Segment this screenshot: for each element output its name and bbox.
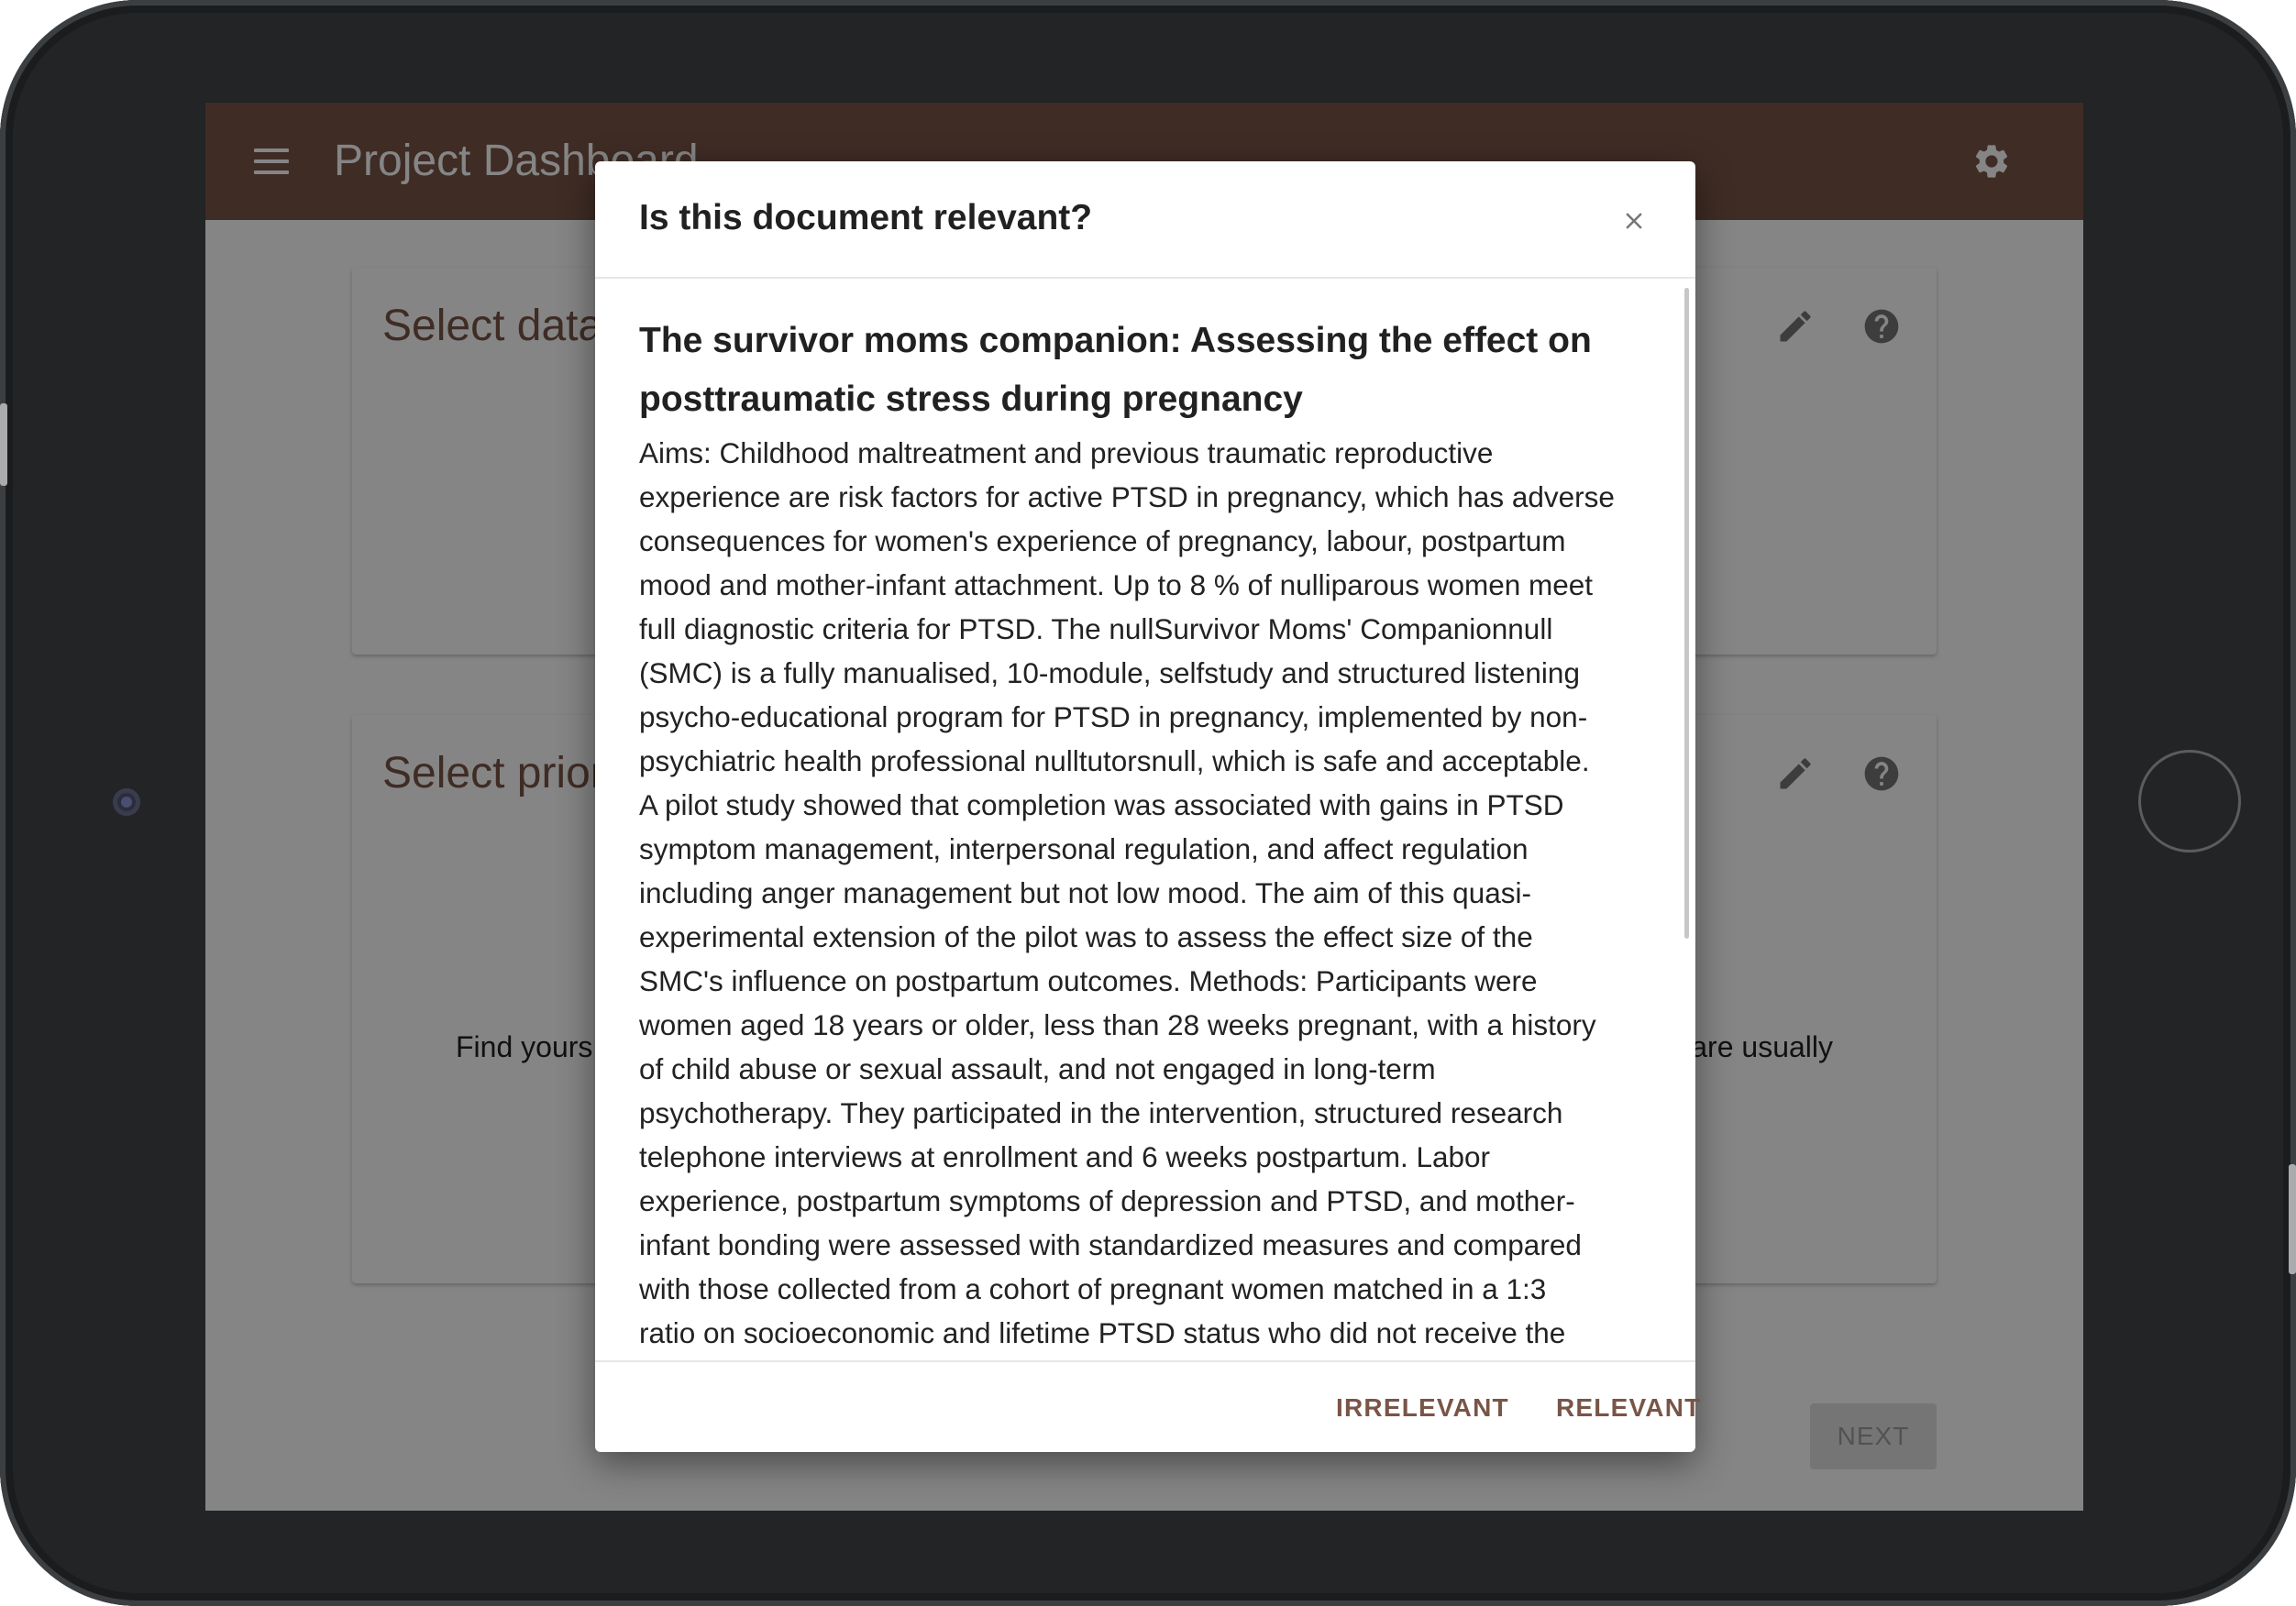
abstract-line: consequences for women's experience of p… [639,524,1566,557]
close-icon[interactable] [1620,207,1648,235]
abstract-line: ratio on socioeconomic and lifetime PTSD… [639,1316,1566,1349]
dialog-body[interactable]: The survivor moms companion: Assessing t… [595,279,1695,1360]
relevant-button[interactable]: RELEVANT [1556,1393,1701,1423]
dialog-header: Is this document relevant? [595,161,1695,279]
abstract-line: telephone interviews at enrollment and 6… [639,1140,1491,1173]
scrollbar[interactable] [1684,288,1689,939]
abstract-line: of child abuse or sexual assault, and no… [639,1052,1436,1085]
abstract-line: psycho-educational program for PTSD in p… [639,700,1588,733]
abstract-line: full diagnostic criteria for PTSD. The n… [639,612,1553,645]
abstract-line: with those collected from a cohort of pr… [639,1272,1547,1305]
abstract-line: SMC's influence on postpartum outcomes. … [639,964,1538,997]
abstract-line: experience, postpartum symptoms of depre… [639,1184,1575,1217]
abstract-line: experience are risk factors for active P… [639,480,1615,513]
abstract-line: symptom management, interpersonal regula… [639,832,1529,865]
abstract-line: psychiatric health professional nulltuto… [639,744,1590,777]
power-button [2289,1164,2296,1274]
abstract-line: Aims: Childhood maltreatment and previou… [639,436,1494,469]
camera [113,788,140,816]
home-button[interactable] [2138,750,2241,852]
abstract-line: (SMC) is a fully manualised, 10-module, … [639,656,1580,689]
abstract-line: A pilot study showed that completion was… [639,788,1564,821]
relevance-dialog: Is this document relevant? The survivor … [595,161,1700,1452]
abstract-line: mood and mother-infant attachment. Up to… [639,568,1594,601]
abstract-line: experimental extension of the pilot was … [639,920,1533,953]
document-abstract: Aims: Childhood maltreatment and previou… [639,431,1639,1355]
volume-button [0,403,7,486]
abstract-line: psychotherapy. They participated in the … [639,1096,1563,1129]
dialog-actions: IRRELEVANT RELEVANT [595,1360,1700,1452]
abstract-line: women aged 18 years or older, less than … [639,1008,1596,1041]
document-title: The survivor moms companion: Assessing t… [639,321,1592,419]
abstract-line: infant bonding were assessed with standa… [639,1228,1582,1261]
dialog-title: Is this document relevant? [639,198,1093,237]
tablet-frame: Project Dashboard Select dataset Select … [0,0,2296,1606]
irrelevant-button[interactable]: IRRELEVANT [1336,1393,1509,1423]
screen: Project Dashboard Select dataset Select … [205,103,2083,1511]
abstract-line: including anger management but not low m… [639,876,1531,909]
